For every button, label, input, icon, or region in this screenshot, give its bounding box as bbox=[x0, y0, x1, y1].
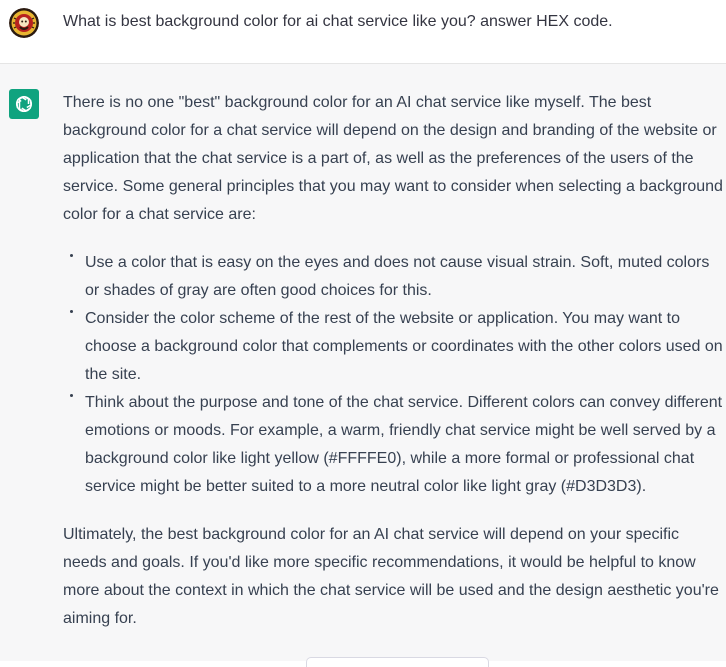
user-message-row: What is best background color for ai cha… bbox=[0, 0, 726, 64]
list-item: Think about the purpose and tone of the … bbox=[70, 389, 723, 501]
answer-bullet-list: Use a color that is easy on the eyes and… bbox=[63, 249, 723, 501]
answer-intro: There is no one "best" background color … bbox=[63, 94, 723, 223]
user-avatar-badge-icon bbox=[9, 8, 39, 38]
openai-logo-icon bbox=[9, 89, 39, 119]
regenerate-response-button[interactable] bbox=[306, 657, 489, 667]
list-item: Use a color that is easy on the eyes and… bbox=[70, 249, 723, 305]
answer-conclusion: Ultimately, the best background color fo… bbox=[63, 526, 719, 627]
assistant-message-row: There is no one "best" background color … bbox=[0, 64, 726, 667]
assistant-message-body: There is no one "best" background color … bbox=[63, 89, 723, 633]
list-item: Consider the color scheme of the rest of… bbox=[70, 305, 723, 389]
user-message-text: What is best background color for ai cha… bbox=[63, 13, 613, 30]
